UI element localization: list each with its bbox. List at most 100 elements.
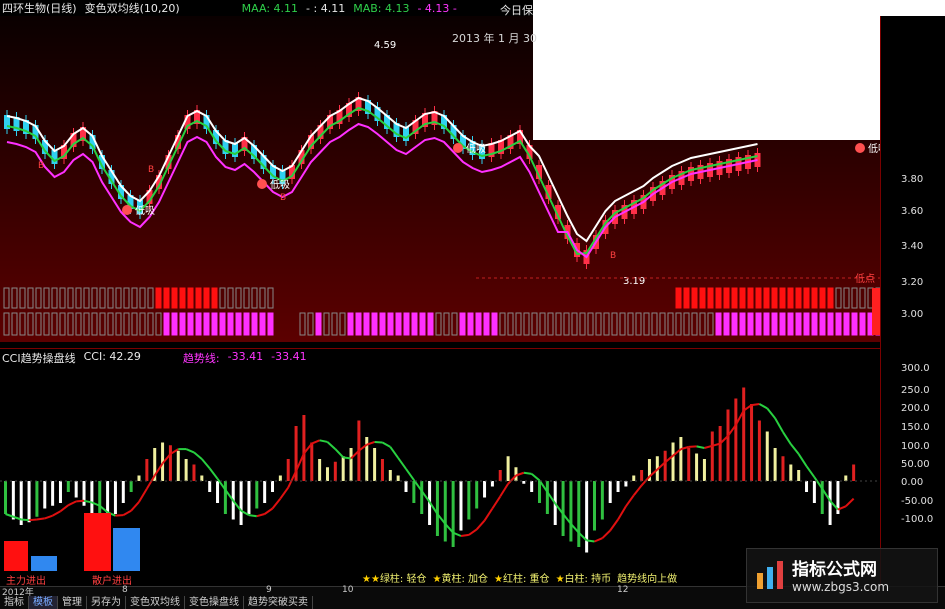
tab-indicator[interactable]: 指标 (0, 596, 29, 609)
cci-trend-segment (138, 488, 148, 503)
signal-strip-cell (851, 287, 858, 309)
price-tick: 3.60 (901, 206, 924, 217)
signal-strip-cell (163, 287, 170, 309)
cci-bar (443, 481, 447, 542)
cci-bar (616, 481, 620, 492)
trend-strip-cell (827, 312, 834, 336)
trend-strip-cell (859, 312, 866, 336)
main-force-bar-red (4, 541, 28, 571)
cci-trend-segment (782, 431, 792, 445)
signal-strip-cell (43, 287, 50, 309)
date-tick: 8 (122, 585, 128, 595)
cci-bar (805, 481, 809, 492)
cci-bar (184, 459, 188, 481)
signal-strip-cell (99, 287, 106, 309)
cci-bar (718, 426, 722, 481)
cci-bar (333, 461, 337, 481)
trend-strip-cell (243, 312, 250, 336)
price-chart-svg: 4.593.19低点低吸低吸低吸低吸BBBB (3, 40, 880, 336)
cci-trend-segment (115, 514, 124, 517)
tab-template[interactable]: 模板 (29, 596, 58, 609)
date-tick: 9 (266, 585, 272, 595)
cci-bar (844, 475, 848, 481)
cci-bar (380, 459, 384, 481)
tab-dual-ma[interactable]: 变色双均线 (126, 596, 185, 609)
signal-strip-cell (211, 287, 218, 309)
trend-strip-cell (635, 312, 642, 336)
cci-trend-segment (586, 539, 595, 543)
trend-strip-cell (284, 313, 289, 335)
cci-trend-segment (76, 499, 85, 503)
low-suck-label: 低吸 (868, 142, 880, 155)
cci-bar (710, 431, 714, 481)
cci-bar (404, 481, 408, 492)
cci-bar (121, 481, 125, 503)
trend-strip-cell (91, 312, 98, 336)
trend-strip-cell (19, 312, 26, 336)
price-tick: 3.80 (901, 174, 924, 185)
trend-strip-cell (851, 312, 858, 336)
watermark-title: 指标公式网 (792, 560, 877, 580)
signal-strip-cell (324, 288, 329, 308)
tab-trade-line[interactable]: 变色操盘线 (185, 596, 244, 609)
cci-trend-segment (279, 487, 290, 500)
signal-strip-cell (51, 287, 58, 309)
trend-strip-cell (731, 312, 738, 336)
cci-bar (561, 481, 565, 536)
trend-strip-cell (115, 312, 122, 336)
cci-trend-segment (601, 529, 611, 539)
signal-strip-cell (348, 288, 353, 308)
trend-strip-cell (555, 312, 562, 336)
signal-strip-cell (219, 287, 226, 309)
watermark: 指标公式网 www.zbgs3.com (746, 548, 938, 603)
cci-bar (208, 481, 212, 492)
tab-manage[interactable]: 管理 (58, 596, 87, 609)
low-suck-label: 低吸 (135, 204, 155, 217)
cci-bar (585, 481, 589, 553)
cci-bar (51, 481, 55, 506)
cci-bar (569, 481, 573, 542)
tab-save-as[interactable]: 另存为 (87, 596, 126, 609)
cci-trend-segment (208, 467, 219, 480)
cci-bar (467, 481, 471, 520)
trend-strip-cell (139, 312, 146, 336)
cci-bar (702, 459, 706, 481)
cci-bar (4, 481, 7, 514)
signal-strip-cell (484, 288, 489, 308)
trend-strip-cell (339, 312, 346, 336)
cci-trend-segment (319, 439, 328, 443)
cci-bar (263, 481, 267, 503)
cci-trend-segment (797, 453, 808, 467)
indicator-tabs: 指标 模板 管理 另存为 变色双均线 变色操盘线 趋势突破买卖 (0, 596, 313, 609)
signal-strip-cell (620, 288, 625, 308)
signal-strip-cell (123, 287, 130, 309)
trend-strip-cell (667, 312, 674, 336)
trend-strip-cell (763, 312, 770, 336)
signal-strip-cell (195, 287, 202, 309)
trend-strip-cell (651, 312, 658, 336)
signal-strip-cell (612, 288, 617, 308)
trend-strip-cell (67, 312, 74, 336)
trend-strip-cell (515, 312, 522, 336)
legend-item: ★黄柱: 加仓 (432, 574, 489, 585)
trend-strip-cell (195, 312, 202, 336)
cci-bar (522, 481, 526, 484)
right-axis: 3.80 3.60 3.40 3.20 3.00 300.0 250.0 200… (880, 16, 945, 586)
signal-strip-cell (396, 288, 401, 308)
cci-bar (812, 481, 816, 503)
cci-bar (216, 481, 220, 503)
trend-strip-cell (779, 312, 786, 336)
cci-bar (341, 456, 345, 481)
trend-strip-cell (795, 312, 802, 336)
trend-strip-cell (739, 312, 746, 336)
signal-strip-cell (723, 287, 730, 309)
trend-strip-cell (443, 312, 450, 336)
cci-bar (412, 481, 416, 503)
cci-trend-segment (334, 448, 344, 459)
cci-bar (420, 481, 424, 514)
tab-breakout[interactable]: 趋势突破买卖 (244, 596, 313, 609)
trend-strip-cell (675, 312, 682, 336)
trend-strip-cell (259, 312, 266, 336)
signal-strip-cell (444, 288, 449, 308)
signal-strip-cell (372, 288, 377, 308)
